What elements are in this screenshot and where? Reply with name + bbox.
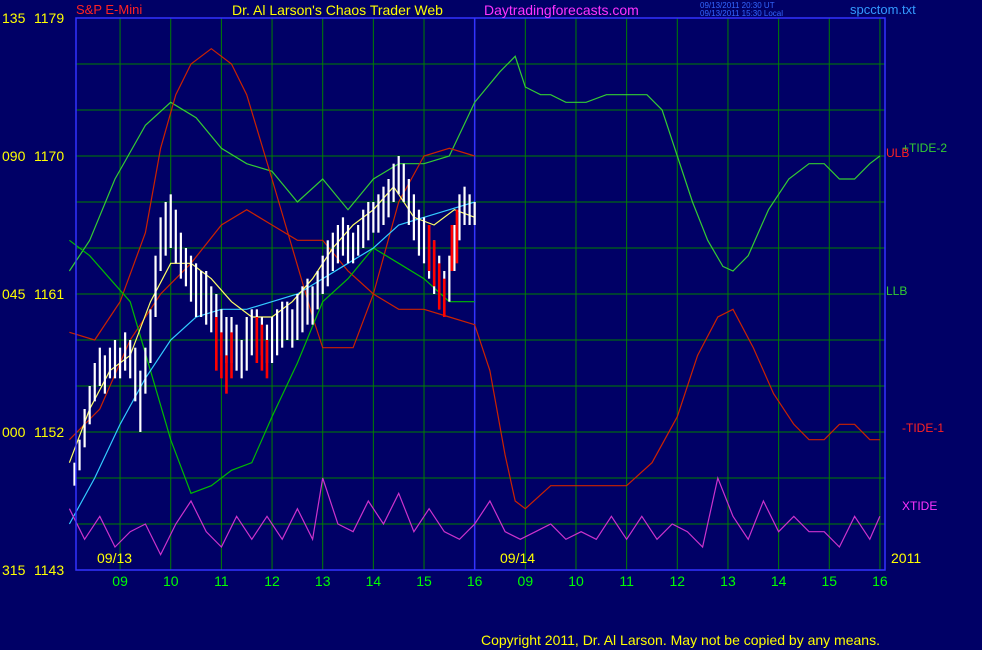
legend-ulb: ULB — [886, 146, 910, 160]
y-tick-angle-label: 090 — [2, 148, 26, 164]
symbol-title: S&P E-Mini — [76, 2, 143, 17]
x-tick-hour-label: 13 — [720, 573, 736, 589]
y-tick-price-label: 1161 — [34, 286, 64, 302]
session-label-2: 09/14 — [500, 550, 536, 566]
price-bars — [73, 156, 476, 486]
timestamp-local: 09/13/2011 15:30 Local — [700, 9, 784, 18]
x-tick-hour-label: 15 — [821, 573, 837, 589]
year-label: 2011 — [891, 550, 922, 566]
x-tick-hour-label: 15 — [416, 573, 432, 589]
x-tick-hour-label: 09 — [112, 573, 128, 589]
y-tick-price-label: 1152 — [34, 424, 64, 440]
filename-label: spcctom.txt — [850, 2, 916, 17]
legend-tide-1: -TIDE-1 — [902, 421, 944, 435]
chart-grid — [76, 17, 885, 571]
x-tick-hour-label: 09 — [518, 573, 534, 589]
y-tick-price-label: 1143 — [34, 562, 64, 578]
x-tick-hour-label: 11 — [619, 573, 634, 589]
chaos-trader-chart: 135 1179 090 1170 045 1161 000 1152 315 1143 09 10 1… — [2, 10, 888, 589]
copyright-footer: Copyright 2011, Dr. Al Larson. May not b… — [481, 632, 880, 648]
x-tick-hour-label: 14 — [771, 573, 787, 589]
x-tick-hour-label: 16 — [872, 573, 888, 589]
legend-xtide: XTIDE — [902, 499, 938, 513]
x-tick-hour-label: 14 — [366, 573, 382, 589]
y-tick-angle-label: 000 — [2, 424, 26, 440]
x-tick-hour-label: 10 — [163, 573, 179, 589]
y-tick-angle-label: 045 — [2, 286, 26, 302]
x-tick-hour-label: 12 — [670, 573, 686, 589]
x-tick-hour-label: 13 — [315, 573, 331, 589]
y-tick-price-label: 1170 — [34, 148, 64, 164]
legend-llb: LLB — [886, 284, 908, 298]
y-tick-angle-label: 315 — [2, 562, 26, 578]
y-tick-price-label: 1179 — [34, 10, 64, 26]
chart-title: Dr. Al Larson's Chaos Trader Web — [232, 2, 443, 18]
x-tick-hour-label: 10 — [568, 573, 584, 589]
x-tick-hour-label: 11 — [214, 573, 229, 589]
y-tick-angle-label: 135 — [2, 10, 26, 26]
session-label-1: 09/13 — [97, 550, 133, 566]
x-tick-hour-label: 12 — [264, 573, 280, 589]
website-label: Daytradingforecasts.com — [484, 2, 639, 18]
x-tick-hour-label: 16 — [467, 573, 483, 589]
